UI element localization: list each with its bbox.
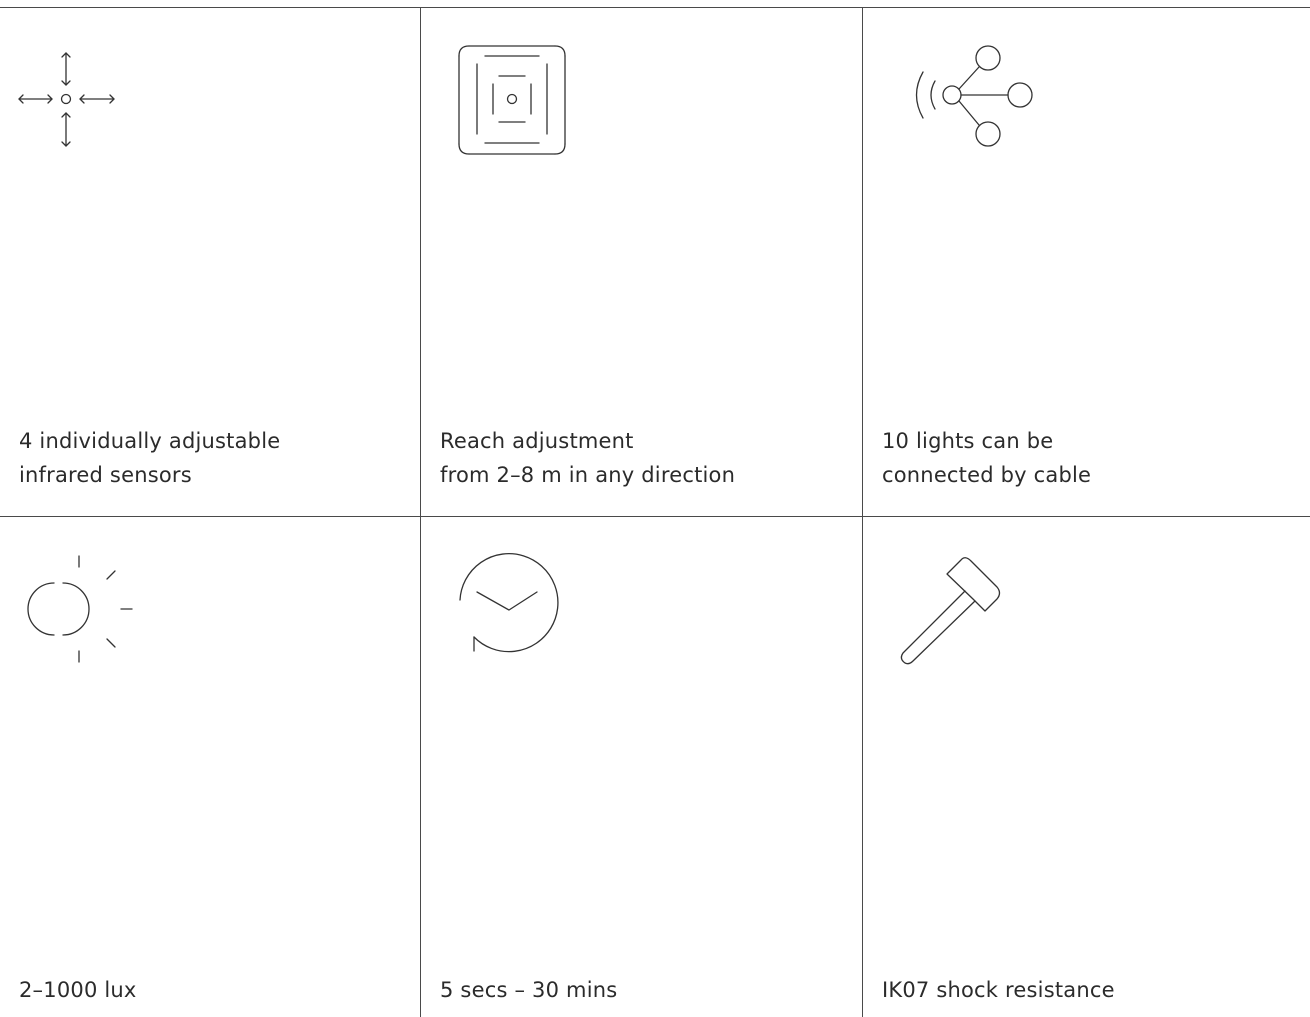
feature-cell-shock: IK07 shock resistance xyxy=(863,517,1310,1017)
feature-label-line: IK07 shock resistance xyxy=(882,978,1115,1002)
feature-grid: 4 individually adjustable infrared senso… xyxy=(0,7,1310,1017)
feature-label: IK07 shock resistance xyxy=(882,973,1115,1007)
network-connection-icon xyxy=(899,44,1033,164)
feature-label: 4 individually adjustable infrared senso… xyxy=(19,424,280,492)
reach-square-icon xyxy=(457,44,577,164)
feature-cell-sensors: 4 individually adjustable infrared senso… xyxy=(0,8,421,517)
hammer-icon xyxy=(893,549,1013,669)
feature-label: 2–1000 lux xyxy=(19,973,137,1007)
feature-label-line: infrared sensors xyxy=(19,463,192,487)
feature-label-line: from 2–8 m in any direction xyxy=(440,463,736,487)
feature-cell-timer: 5 secs – 30 mins xyxy=(421,517,863,1017)
feature-label-line: 2–1000 lux xyxy=(19,978,137,1002)
feature-label-line: 4 individually adjustable xyxy=(19,429,281,453)
feature-cell-connection: 10 lights can be connected by cable xyxy=(863,8,1310,517)
feature-label: 5 secs – 30 mins xyxy=(440,973,617,1007)
four-way-arrows-icon xyxy=(16,42,136,162)
feature-label: 10 lights can be connected by cable xyxy=(882,424,1091,492)
feature-label-line: 5 secs – 30 mins xyxy=(440,978,618,1002)
clock-timer-icon xyxy=(457,552,577,673)
feature-label-line: connected by cable xyxy=(882,463,1092,487)
feature-label: Reach adjustment from 2–8 m in any direc… xyxy=(440,424,735,492)
feature-label-line: 10 lights can be xyxy=(882,429,1054,453)
day-night-icon xyxy=(20,553,140,673)
feature-cell-reach: Reach adjustment from 2–8 m in any direc… xyxy=(421,8,863,517)
feature-label-line: Reach adjustment xyxy=(440,429,634,453)
feature-cell-lux: 2–1000 lux xyxy=(0,517,421,1017)
